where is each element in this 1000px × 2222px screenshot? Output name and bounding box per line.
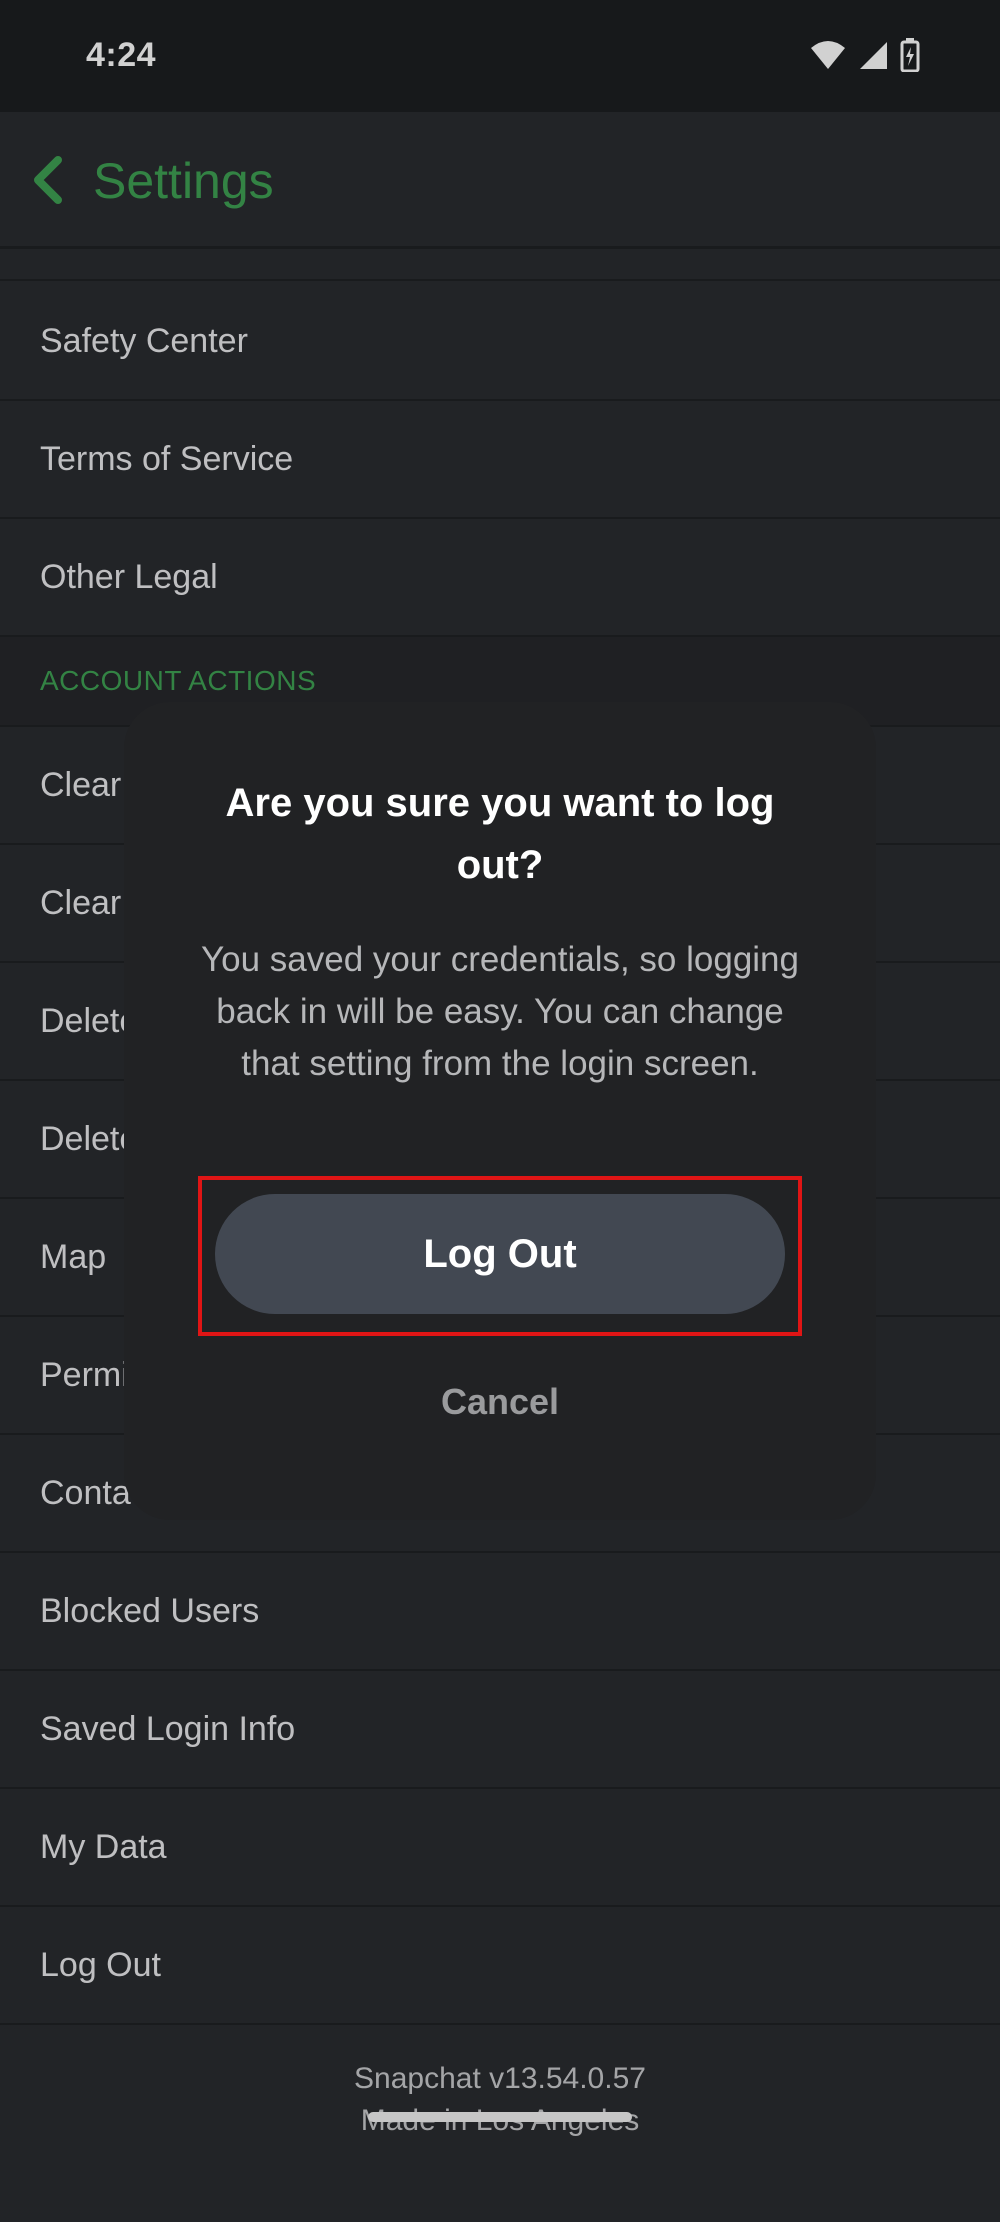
dialog-message: You saved your credentials, so logging b… <box>201 940 799 1083</box>
cancel-button[interactable]: Cancel <box>350 1362 650 1442</box>
log-out-button[interactable]: Log Out <box>215 1194 785 1314</box>
logout-confirm-dialog: Are you sure you want to log out? You sa… <box>124 702 876 1520</box>
dialog-title: Are you sure you want to log out? <box>225 781 775 887</box>
